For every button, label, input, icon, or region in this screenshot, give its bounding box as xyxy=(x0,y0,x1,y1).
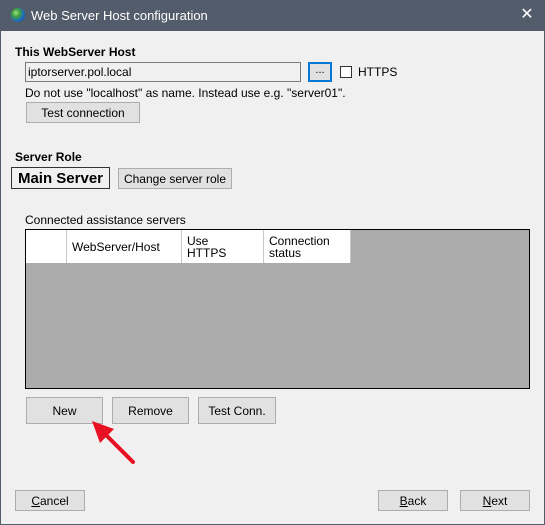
title-bar: Web Server Host configuration ✕ xyxy=(1,0,545,31)
column-header-rowselect[interactable] xyxy=(26,230,67,263)
test-connection-button[interactable]: Test connection xyxy=(26,102,140,123)
role-heading: Server Role xyxy=(15,150,82,164)
change-server-role-button[interactable]: Change server role xyxy=(118,168,232,189)
next-button[interactable]: Next xyxy=(460,490,530,511)
cancel-label: Cancel xyxy=(31,493,69,508)
test-conn-button[interactable]: Test Conn. xyxy=(198,397,276,424)
host-heading: This WebServer Host xyxy=(15,45,136,59)
grid-header: WebServer/Host Use HTTPS Connection stat… xyxy=(26,230,351,263)
column-header-https[interactable]: Use HTTPS xyxy=(182,230,264,263)
close-icon[interactable]: ✕ xyxy=(516,5,538,25)
server-role-value: Main Server xyxy=(11,167,110,189)
window-title: Web Server Host configuration xyxy=(31,8,208,23)
globe-icon xyxy=(11,8,25,22)
column-header-status-text: Connection status xyxy=(269,234,330,260)
next-label: Next xyxy=(482,493,508,508)
https-label: HTTPS xyxy=(358,65,398,79)
assist-label: Connected assistance servers xyxy=(25,213,186,227)
cancel-button[interactable]: Cancel xyxy=(15,490,85,511)
back-label: Back xyxy=(399,493,427,508)
dialog-window: Web Server Host configuration ✕ This Web… xyxy=(0,0,545,525)
browse-button[interactable]: ... xyxy=(308,62,332,82)
https-checkbox[interactable] xyxy=(340,66,352,78)
annotation-arrow-icon xyxy=(92,421,135,464)
host-hint: Do not use "localhost" as name. Instead … xyxy=(25,86,346,100)
assistance-servers-grid[interactable]: WebServer/Host Use HTTPS Connection stat… xyxy=(25,229,530,389)
host-input[interactable]: iptorserver.pol.local xyxy=(25,62,301,82)
column-header-https-text: Use HTTPS xyxy=(187,234,227,260)
column-header-status[interactable]: Connection status xyxy=(264,230,351,263)
column-header-host[interactable]: WebServer/Host xyxy=(67,230,182,263)
back-button[interactable]: Back xyxy=(378,490,448,511)
